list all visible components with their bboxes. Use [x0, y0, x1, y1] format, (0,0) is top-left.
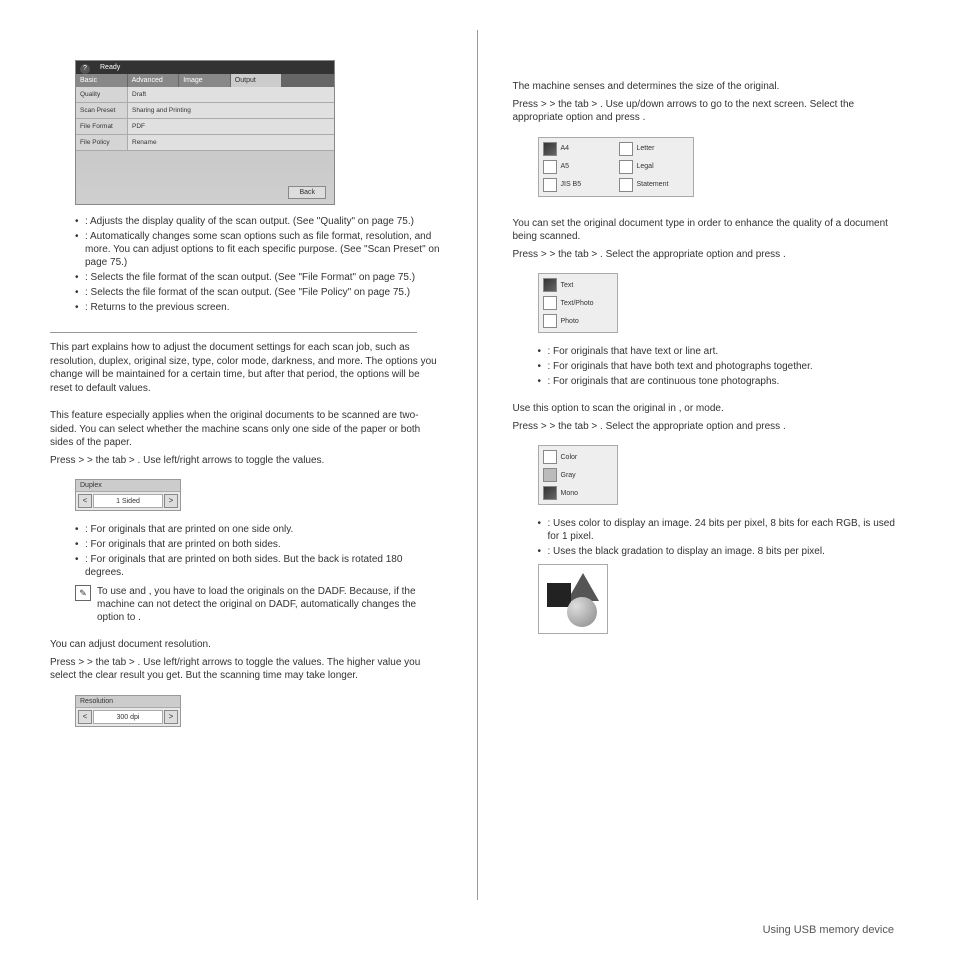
opt-text[interactable]: Text — [543, 278, 613, 292]
tab-advanced[interactable]: Advanced — [128, 74, 180, 87]
bullet-back: : Returns to the previous screen. — [85, 301, 442, 314]
tab-end — [282, 74, 334, 87]
opt-legal[interactable]: Legal — [619, 160, 689, 174]
duplex-bullet-list: •: For originals that are printed on one… — [75, 523, 442, 579]
resolution-ui: Resolution < 300 dpi > — [75, 695, 181, 727]
bullet-policy: : Selects the file format of the scan ou… — [85, 286, 442, 299]
res-press: Press > > the tab > . Use left/right arr… — [50, 656, 442, 683]
right-column: The machine senses and determines the si… — [513, 30, 905, 900]
circle-icon — [567, 597, 597, 627]
note-box: ✎ To use and , you have to load the orig… — [75, 585, 442, 624]
opt-jisb5[interactable]: JIS B5 — [543, 178, 613, 192]
note-text: To use and , you have to load the origin… — [97, 585, 442, 624]
color-bullet-list: •: Uses color to display an image. 24 bi… — [538, 517, 905, 558]
tab-image[interactable]: Image — [179, 74, 231, 87]
type-b2: : For originals that have both text and … — [548, 360, 905, 373]
opt-color[interactable]: Color — [543, 450, 613, 464]
row-preset: Scan PresetSharing and Printing — [76, 103, 334, 119]
duplex-ui-hdr: Duplex — [76, 480, 180, 492]
duplex-b3: : For originals that are printed on both… — [85, 553, 442, 579]
opt-textphoto[interactable]: Text/Photo — [543, 296, 613, 310]
res-ui-hdr: Resolution — [76, 696, 180, 708]
duplex-ui: Duplex < 1 Sided > — [75, 479, 181, 511]
tab-basic[interactable]: Basic — [76, 74, 128, 87]
color-press: Press > > the tab > . Select the appropr… — [513, 420, 905, 434]
square-icon — [547, 583, 571, 607]
bullet-format: : Selects the file format of the scan ou… — [85, 271, 442, 284]
type-intro: You can set the original document type i… — [513, 217, 905, 244]
size-intro: The machine senses and determines the si… — [513, 80, 905, 94]
help-icon: ? — [80, 64, 90, 74]
tab-output[interactable]: Output — [231, 74, 283, 87]
output-tab-screenshot: ? Ready Basic Advanced Image Output Qual… — [75, 60, 335, 205]
opt-photo[interactable]: Photo — [543, 314, 613, 328]
row-quality: QualityDraft — [76, 87, 334, 103]
opt-letter[interactable]: Letter — [619, 142, 689, 156]
type-press: Press > > the tab > . Select the appropr… — [513, 248, 905, 262]
res-right-arrow[interactable]: > — [164, 710, 178, 724]
type-bullet-list: •: For originals that have text or line … — [538, 345, 905, 388]
color-b2: : Uses the black gradation to display an… — [548, 545, 905, 558]
size-options: A4 Letter A5 Legal JIS B5 Statement — [538, 137, 694, 197]
size-press: Press > > the tab > . Use up/down arrows… — [513, 98, 905, 125]
row-format: File FormatPDF — [76, 119, 334, 135]
duplex-press: Press > > the tab > . Use left/right arr… — [50, 454, 442, 468]
explain-para: This part explains how to adjust the doc… — [50, 341, 442, 395]
duplex-b1: : For originals that are printed on one … — [85, 523, 442, 536]
bullet-quality: : Adjusts the display quality of the sca… — [85, 215, 442, 228]
separator — [50, 332, 417, 333]
opt-a5[interactable]: A5 — [543, 160, 613, 174]
note-icon: ✎ — [75, 585, 91, 601]
color-b1: : Uses color to display an image. 24 bit… — [548, 517, 905, 543]
column-divider — [477, 30, 478, 900]
duplex-right-arrow[interactable]: > — [164, 494, 178, 508]
output-bullet-list: •: Adjusts the display quality of the sc… — [75, 215, 442, 314]
type-b1: : For originals that have text or line a… — [548, 345, 905, 358]
duplex-intro: This feature especially applies when the… — [50, 409, 442, 450]
shapes-graphic — [538, 564, 608, 634]
color-intro: Use this option to scan the original in … — [513, 402, 905, 416]
opt-gray[interactable]: Gray — [543, 468, 613, 482]
duplex-b2: : For originals that are printed on both… — [85, 538, 442, 551]
opt-a4[interactable]: A4 — [543, 142, 613, 156]
back-button[interactable]: Back — [288, 186, 326, 199]
ready-label: Ready — [100, 64, 120, 71]
opt-mono[interactable]: Mono — [543, 486, 613, 500]
duplex-value: 1 Sided — [93, 494, 163, 508]
bullet-preset: : Automatically changes some scan option… — [85, 230, 442, 269]
row-policy: File PolicyRename — [76, 135, 334, 151]
screenshot-header: ? Ready — [76, 61, 334, 74]
res-intro: You can adjust document resolution. — [50, 638, 442, 652]
left-column: ? Ready Basic Advanced Image Output Qual… — [50, 30, 442, 900]
res-left-arrow[interactable]: < — [78, 710, 92, 724]
res-value: 300 dpi — [93, 710, 163, 724]
screenshot-tabs: Basic Advanced Image Output — [76, 74, 334, 87]
color-options: Color Gray Mono — [538, 445, 618, 505]
page-footer: Using USB memory device — [763, 924, 894, 936]
opt-statement[interactable]: Statement — [619, 178, 689, 192]
type-options: Text Text/Photo Photo — [538, 273, 618, 333]
type-b3: : For originals that are continuous tone… — [548, 375, 905, 388]
duplex-left-arrow[interactable]: < — [78, 494, 92, 508]
